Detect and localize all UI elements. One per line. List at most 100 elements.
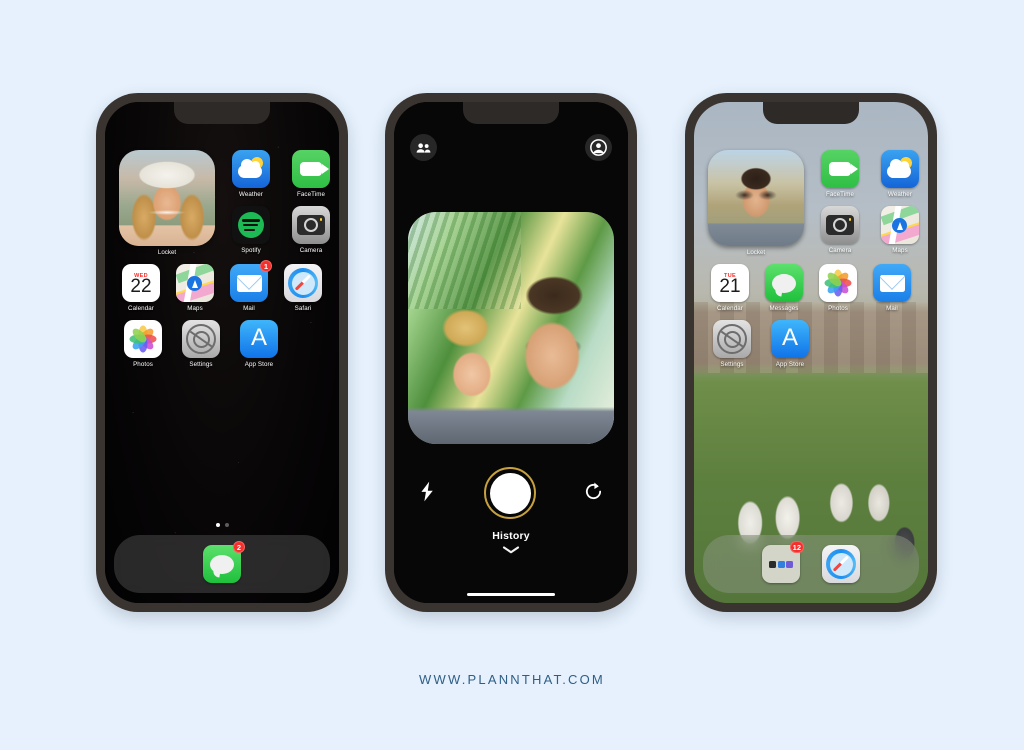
home-col-facetime-camera: FaceTime Camera [816,150,864,254]
app-label: Camera [828,247,852,254]
calendar-icon: TUE 21 [711,264,749,302]
app-label: Mail [886,305,898,312]
camera-preview-photo[interactable] [408,212,614,444]
app-mail[interactable]: Mail [870,264,914,312]
phone-home-dark: Locket Weather Spotify FaceTime Camera W… [96,93,348,612]
app-app-store[interactable]: A App Store [235,320,283,368]
app-weather[interactable]: Weather [227,150,275,198]
home-col-weather-maps: Weather Maps [876,150,924,254]
app-facetime[interactable]: FaceTime [287,150,335,198]
app-calendar[interactable]: TUE 21 Calendar [708,264,752,312]
dock-folder[interactable]: 12 [762,541,804,583]
locket-widget-photo[interactable] [119,150,215,246]
facetime-icon [292,150,330,188]
app-messages[interactable]: Messages [762,264,806,312]
calendar-icon: WED 22 [122,264,160,302]
home-indicator[interactable] [467,592,555,596]
messages-badge: 2 [233,541,245,553]
app-label: Messages [769,305,799,312]
app-label: FaceTime [825,191,855,198]
selfie-photo-man-glasses [708,150,804,246]
notch [463,102,559,124]
app-label: FaceTime [296,191,326,198]
app-weather[interactable]: Weather [876,150,924,198]
page-dot-active[interactable] [215,523,220,527]
dock-app-messages[interactable]: 2 [203,541,245,583]
app-mail[interactable]: 1 Mail [227,260,272,312]
settings-icon [182,320,220,358]
folder-badge: 12 [789,541,804,553]
app-store-icon: A [240,320,278,358]
phone2-screen: History [394,102,628,603]
app-label: App Store [775,361,805,368]
app-label: Weather [888,191,912,198]
photos-pinwheel [129,325,157,353]
camera-top-bar [410,134,612,161]
app-store-icon: A [771,320,809,358]
home-col-facetime-camera: FaceTime Camera [287,150,335,254]
shutter-button[interactable] [484,467,536,519]
notch [174,102,270,124]
camera-icon [292,206,330,244]
messages-icon [765,264,803,302]
locket-widget[interactable]: Locket [708,150,804,256]
app-label: Calendar [128,305,154,312]
app-label: Weather [239,191,263,198]
notch [763,102,859,124]
footer-url: WWW.PLANNTHAT.COM [419,672,605,687]
dock-app-safari[interactable] [822,545,860,583]
photos-icon [819,264,857,302]
home-row-1: Locket Weather Spotify FaceTime Camera [119,150,330,256]
flash-icon [421,481,433,501]
app-camera[interactable]: Camera [287,206,335,254]
home-col-weather-spotify: Weather Spotify [227,150,275,254]
app-safari[interactable]: Safari [281,264,325,312]
profile-icon [590,139,607,156]
flash-button[interactable] [419,481,436,506]
dock: 12 [703,535,919,593]
selfie-photo-blonde-woman [119,150,215,246]
home-row-3: Settings A App Store [708,320,914,368]
app-label: Spotify [241,247,261,254]
flip-camera-button[interactable] [584,481,603,506]
profile-button[interactable] [585,134,612,161]
app-maps[interactable]: Maps [173,264,217,312]
app-calendar[interactable]: WED 22 Calendar [119,264,163,312]
maps-icon [176,264,214,302]
phone-locket-camera: History [385,93,637,612]
springboard-dark: Locket Weather Spotify FaceTime Camera W… [105,102,339,603]
app-maps[interactable]: Maps [876,206,924,254]
app-camera[interactable]: Camera [816,206,864,254]
shutter-inner [489,472,531,514]
locket-widget[interactable]: Locket [119,150,215,256]
settings-icon [713,320,751,358]
chevron-down-icon[interactable] [394,545,628,557]
history-section[interactable]: History [394,530,628,557]
app-label: Photos [828,305,848,312]
locket-widget-photo[interactable] [708,150,804,246]
app-photos[interactable]: Photos [119,320,167,368]
app-label: Maps [892,247,908,254]
calendar-day-number: 21 [719,275,741,297]
phone1-screen: Locket Weather Spotify FaceTime Camera W… [105,102,339,603]
home-row-2: TUE 21 Calendar Messages Photos Mail [708,264,914,312]
page-dots[interactable] [105,523,339,527]
friends-icon [416,142,431,153]
history-label: History [492,530,530,542]
locket-widget-label: Locket [746,249,766,256]
app-photos[interactable]: Photos [816,264,860,312]
home-row-1: Locket FaceTime Camera Weather Maps [708,150,919,256]
app-label: App Store [244,361,274,368]
selfie-photo-couple [408,212,614,444]
page-dot[interactable] [224,523,229,527]
app-settings[interactable]: Settings [177,320,225,368]
friends-button[interactable] [410,134,437,161]
app-label: Calendar [717,305,743,312]
app-facetime[interactable]: FaceTime [816,150,864,198]
app-app-store[interactable]: A App Store [766,320,814,368]
app-spotify[interactable]: Spotify [227,206,275,254]
photos-pinwheel [824,269,852,297]
weather-icon [881,150,919,188]
weather-icon [232,150,270,188]
app-settings[interactable]: Settings [708,320,756,368]
